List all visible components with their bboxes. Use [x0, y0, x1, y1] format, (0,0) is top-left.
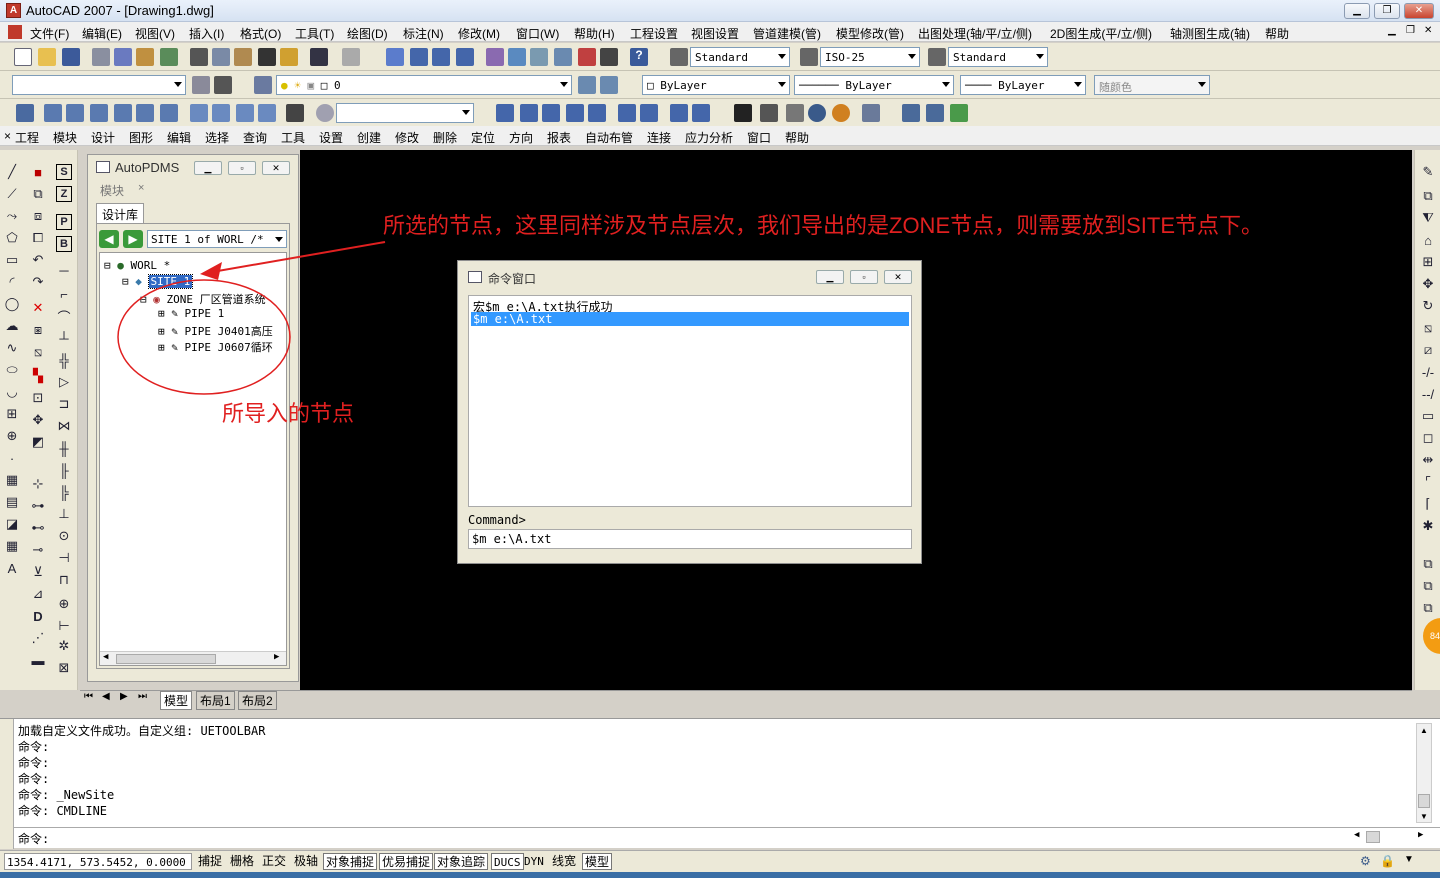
right-toolbar: ✎ ⧉ ⧨ ⌂ ⊞ ✥ ↻ ⧅ ⧄ -/- --/ ▭ ◻ ⇹ ⌜ ⌈ ✱ ⧉ …: [1414, 150, 1440, 690]
mirror-tool-icon[interactable]: ⧨: [1420, 210, 1436, 226]
dialog-output-list[interactable]: 宏$m e:\A.txt执行成功 $m e:\A.txt: [468, 295, 912, 507]
dialog-prompt-label: Command>: [468, 513, 526, 527]
stretch-tool-icon[interactable]: ⧄: [1420, 342, 1436, 358]
history-line: 加载自定义文件成功。自定义组: UETOOLBAR: [18, 724, 266, 738]
tab-layout1[interactable]: 布局1: [196, 691, 235, 710]
annotation-arrow-line: [211, 241, 386, 273]
history-line: 命令:: [18, 756, 50, 770]
toggle-easy-snap[interactable]: 优易捕捉: [379, 853, 434, 870]
scroll-down-icon[interactable]: ▼: [1420, 812, 1428, 821]
command-history: 加载自定义文件成功。自定义组: UETOOLBAR 命令: 命令: 命令: 命令…: [18, 723, 265, 819]
scrollbar-thumb[interactable]: [1366, 831, 1380, 843]
status-menu-arrow-icon[interactable]: ▼: [1404, 854, 1414, 865]
draw-order3-icon[interactable]: ⧉: [1420, 600, 1436, 616]
explode-tool-icon[interactable]: ✱: [1420, 518, 1436, 534]
toggle-snap[interactable]: 捕捉: [196, 853, 224, 870]
history-vertical-scrollbar[interactable]: ▲ ▼: [1416, 723, 1432, 823]
floating-badge[interactable]: 84: [1423, 618, 1440, 654]
offset-tool-icon[interactable]: ⌂: [1420, 232, 1436, 248]
rotate-tool-icon[interactable]: ↻: [1420, 298, 1436, 314]
history-line: 命令: _NewSite: [18, 788, 115, 802]
toggle-ducs[interactable]: DUCS: [491, 853, 524, 870]
command-input-line[interactable]: 命令: ◀ ▶: [14, 827, 1440, 847]
status-bar: 1354.4171, 573.5452, 0.0000 捕捉 栅格 正交 极轴 …: [0, 850, 1440, 872]
annotation-circle: [117, 279, 291, 395]
dialog-window-icon: [468, 271, 482, 283]
dialog-title: 命令窗口: [488, 272, 537, 286]
history-line: 命令:: [18, 740, 50, 754]
first-tab-icon[interactable]: ⏮: [84, 691, 93, 702]
toggle-grid[interactable]: 栅格: [228, 853, 256, 870]
annotation-arrowhead: [200, 262, 222, 280]
chamfer-tool-icon[interactable]: ⇹: [1420, 452, 1436, 468]
prev-tab-icon[interactable]: ◀: [102, 691, 110, 702]
toggle-otrack[interactable]: 对象追踪: [434, 853, 489, 870]
draw-order-icon[interactable]: ⧉: [1420, 556, 1436, 572]
toggle-dyn[interactable]: DYN: [522, 853, 546, 870]
fillet2-tool-icon[interactable]: ⌈: [1420, 496, 1436, 512]
move-tool-icon[interactable]: ✥: [1420, 276, 1436, 292]
scroll-left-icon[interactable]: ◀: [1354, 830, 1359, 840]
lock-icon[interactable]: 🔒: [1380, 854, 1395, 868]
command-line-area: 加载自定义文件成功。自定义组: UETOOLBAR 命令: 命令: 命令: 命令…: [0, 718, 1440, 849]
scroll-up-icon[interactable]: ▲: [1420, 726, 1428, 735]
toggle-lineweight[interactable]: 线宽: [550, 853, 578, 870]
dialog-command-input[interactable]: $m e:\A.txt: [468, 529, 912, 549]
join-tool-icon[interactable]: ◻: [1420, 430, 1436, 446]
command-window-dialog: 命令窗口 ▁ ▫ ✕ 宏$m e:\A.txt执行成功 $m e:\A.txt …: [457, 260, 922, 564]
scroll-right-icon[interactable]: ▶: [1418, 830, 1423, 840]
toggle-ortho[interactable]: 正交: [260, 853, 288, 870]
array-tool-icon[interactable]: ⊞: [1420, 254, 1436, 270]
coordinate-readout[interactable]: 1354.4171, 573.5452, 0.0000: [4, 853, 192, 870]
scale-tool-icon[interactable]: ⧅: [1420, 320, 1436, 336]
toggle-osnap[interactable]: 对象捕捉: [323, 853, 378, 870]
toggle-polar[interactable]: 极轴: [292, 853, 320, 870]
history-line: 命令: CMDLINE: [18, 804, 108, 818]
toggle-model[interactable]: 模型: [582, 853, 613, 870]
draw-order2-icon[interactable]: ⧉: [1420, 578, 1436, 594]
fillet-tool-icon[interactable]: ⌜: [1420, 474, 1436, 490]
annotation-circle-text: 所导入的节点: [222, 401, 355, 426]
scrollbar-thumb[interactable]: [1418, 794, 1430, 808]
command-grip[interactable]: [0, 719, 14, 849]
layout-tabs-bar: ⏮ ◀ ▶ ⏭ 模型 布局1 布局2: [80, 690, 1412, 710]
dialog-minimize-button[interactable]: ▁: [816, 270, 844, 284]
os-taskbar: [0, 872, 1440, 878]
dialog-restore-button[interactable]: ▫: [850, 270, 878, 284]
trim-tool-icon[interactable]: -/-: [1420, 364, 1436, 380]
history-line: 命令:: [18, 772, 50, 786]
tab-layout2[interactable]: 布局2: [238, 691, 277, 710]
copy-tool-icon[interactable]: ⧉: [1420, 188, 1436, 204]
communication-center-icon[interactable]: ⚙: [1360, 854, 1371, 868]
last-tab-icon[interactable]: ⏭: [138, 691, 147, 702]
pencil-icon[interactable]: ✎: [1420, 164, 1436, 180]
break-tool-icon[interactable]: ▭: [1420, 408, 1436, 424]
output-line-selected[interactable]: $m e:\A.txt: [471, 312, 909, 326]
tab-model[interactable]: 模型: [160, 691, 193, 710]
next-tab-icon[interactable]: ▶: [120, 691, 128, 702]
command-prompt: 命令:: [18, 832, 50, 846]
dialog-close-button[interactable]: ✕: [884, 270, 912, 284]
annotation-top-text: 所选的节点，这里同样涉及节点层次，我们导出的是ZONE节点，则需要放到SITE节…: [383, 213, 1264, 238]
extend-tool-icon[interactable]: --/: [1420, 386, 1436, 402]
